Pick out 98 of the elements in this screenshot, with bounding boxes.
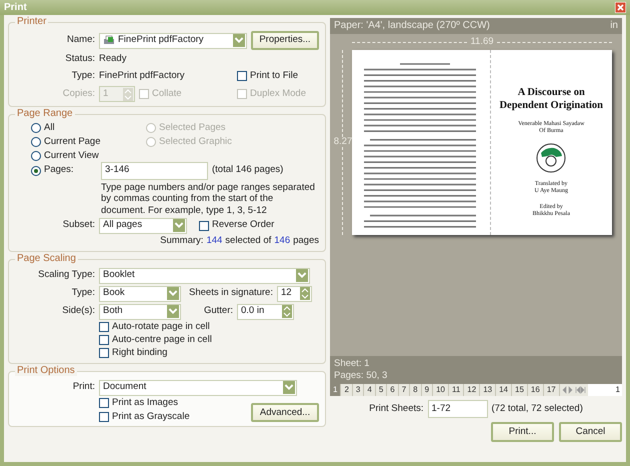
field-label: Type: [70, 71, 95, 82]
unit-label: in [610, 20, 618, 32]
field-label: Side(s): [61, 306, 95, 318]
radio-button[interactable] [31, 151, 41, 162]
field-label: Subset: [62, 220, 95, 232]
sides-dropdown[interactable]: Both [99, 304, 181, 320]
checkbox[interactable] [99, 398, 109, 408]
subset-dropdown[interactable]: All pages [99, 218, 187, 234]
field-label: Status: [64, 54, 95, 65]
sheet-tab[interactable]: 8 [410, 384, 422, 396]
book-title: A Discourse on Dependent Origination [499, 86, 604, 113]
sheet-tab[interactable]: 17 [544, 384, 560, 396]
checkbox-label: Right binding [112, 348, 168, 359]
scaling-type-dropdown[interactable]: Booklet [99, 268, 310, 284]
sheet-tab[interactable]: 10 [433, 384, 449, 396]
checkbox[interactable] [199, 220, 209, 231]
radio-label: Pages: [44, 165, 74, 176]
status-value: Ready [99, 54, 126, 65]
radio-label: Current View [44, 150, 99, 162]
checkbox-label: Print as Images [112, 398, 178, 409]
field-label: Sheets in signature: [188, 288, 273, 300]
checkbox[interactable] [99, 412, 109, 422]
type-value: FinePrint pdfFactory [99, 71, 186, 82]
sheets-field[interactable]: 12 [277, 286, 312, 302]
advanced-button[interactable]: Advanced... [251, 403, 319, 422]
radio-label: Selected Graphic [159, 136, 232, 148]
globe-emblem-icon [536, 143, 566, 174]
field-label: Scaling Type: [37, 270, 95, 282]
checkbox-label: Auto-rotate page in cell [112, 322, 210, 333]
summary-text: selected of [225, 236, 272, 247]
printer-dropdown[interactable]: FinePrint pdfFactory [99, 32, 247, 48]
checkbox[interactable] [99, 348, 109, 358]
checkbox[interactable] [99, 335, 109, 346]
hint-text: Type page numbers and/or page ranges separated by commas counting from the start of the document. For example, type 1, 3, 5-12 [101, 182, 316, 216]
properties-button[interactable]: Properties... [250, 31, 319, 50]
cancel-button[interactable]: Cancel [559, 422, 622, 442]
sheet-tab[interactable]: 9 [422, 384, 434, 396]
gutter-field[interactable]: 0.0 in [237, 304, 294, 320]
checkbox[interactable] [99, 322, 109, 332]
checkbox-label: Auto-centre page in cell [112, 334, 212, 346]
checkbox-label: Collate [152, 88, 182, 100]
field-label: Print: [72, 382, 95, 394]
sheet-tab[interactable]: 13 [480, 384, 496, 396]
sheet-tab[interactable]: 15 [512, 384, 528, 396]
checkbox[interactable] [237, 71, 247, 82]
summary-text: Summary: [160, 236, 204, 247]
summary-count: 146 [274, 236, 290, 247]
spinner-arrows-icon[interactable] [282, 305, 292, 318]
spinner-arrows-icon[interactable] [300, 287, 310, 300]
group-title: Page Scaling [15, 252, 78, 264]
sheet-number-field[interactable]: 1 [588, 384, 622, 396]
group-title: Print Options [15, 364, 77, 376]
group-title: Page Range [15, 108, 75, 120]
sheet-tab[interactable]: 7 [398, 384, 410, 396]
group-title: Printer [15, 16, 48, 28]
summary-text: pages [293, 236, 319, 247]
radio-button[interactable] [31, 166, 41, 176]
sheets-summary: (72 total, 72 selected) [492, 404, 583, 414]
total-pages-text: (total 146 pages) [212, 165, 284, 176]
checkbox-label: Reverse Order [212, 220, 274, 232]
sheet-tab[interactable]: 4 [364, 384, 376, 396]
window-title: Print [4, 2, 27, 14]
height-dimension: 8.27 [334, 136, 352, 148]
sheet-tab[interactable]: 5 [376, 384, 388, 396]
sheet-tab[interactable]: 6 [387, 384, 399, 396]
sheet-tab[interactable]: 3 [352, 384, 364, 396]
sheet-number: Sheet: 1 [334, 358, 370, 370]
field-label: Gutter: [202, 306, 233, 318]
radio-label: Selected Pages [159, 123, 226, 134]
navigation-arrows-icon[interactable] [562, 385, 586, 395]
checkbox-label: Print as Grayscale [112, 412, 190, 422]
close-icon[interactable] [615, 2, 626, 13]
field-label: Type: [70, 288, 95, 300]
pages-info: Pages: 50, 3 [334, 370, 388, 382]
print-button[interactable]: Print... [491, 422, 554, 442]
summary-count: 144 [206, 236, 222, 247]
checkbox-label: Duplex Mode [250, 88, 306, 100]
sheet-tab[interactable]: 2 [341, 384, 353, 396]
sheet-tab[interactable]: 11 [448, 384, 464, 396]
field-label: Print Sheets: [369, 404, 424, 414]
type-dropdown[interactable]: Book [99, 286, 181, 302]
width-dimension: 11.69 [469, 37, 495, 48]
paper-info: Paper: 'A4', landscape (270º CCW) [334, 20, 490, 32]
radio-button[interactable] [31, 137, 41, 148]
spinner-arrows-icon[interactable] [123, 88, 133, 100]
print-sheets-input[interactable]: 1-72 [428, 400, 488, 418]
checkbox-label: Print to File [250, 71, 298, 82]
radio-label: All [44, 123, 55, 134]
radio-label: Current Page [44, 136, 101, 148]
sheet-tab[interactable]: 12 [464, 384, 480, 396]
sheet-tab[interactable]: 14 [496, 384, 512, 396]
pages-input[interactable]: 3-146 [101, 162, 208, 180]
sheet-tab[interactable]: 16 [528, 384, 544, 396]
radio-button[interactable] [31, 123, 41, 134]
print-dropdown[interactable]: Document [99, 380, 297, 396]
printer-icon [103, 35, 115, 46]
field-label: Name: [66, 35, 95, 46]
field-label: Copies: [62, 88, 95, 100]
